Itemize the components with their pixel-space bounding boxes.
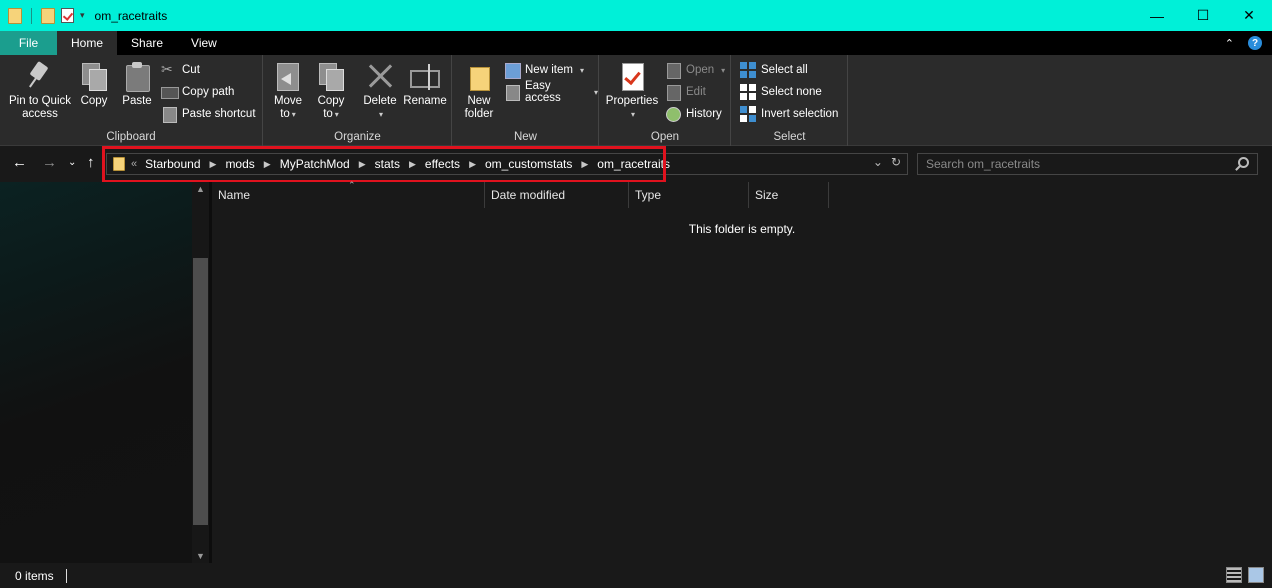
large-icons-view-icon[interactable] xyxy=(1248,567,1264,583)
organize-group-label: Organize xyxy=(334,131,381,143)
column-size[interactable]: Size xyxy=(749,182,829,208)
copy-path-button[interactable]: Copy path xyxy=(161,83,234,101)
delete-button[interactable]: Delete ▾ xyxy=(362,61,398,121)
new-folder-icon xyxy=(464,61,494,91)
copy-path-icon xyxy=(161,84,179,100)
navigation-pane-scrollbar[interactable]: ▲ ▼ xyxy=(192,182,209,563)
address-history-dropdown-icon[interactable]: ⌄ xyxy=(873,155,883,169)
column-type[interactable]: Type xyxy=(629,182,749,208)
tab-file[interactable]: File xyxy=(0,31,57,55)
refresh-icon[interactable]: ↻ xyxy=(891,155,901,169)
move-to-icon xyxy=(273,61,303,91)
copy-button[interactable]: Copy xyxy=(77,61,111,108)
title-bar: ▾ om_racetraits — ☐ ✕ xyxy=(0,0,1272,31)
properties-qat-icon[interactable] xyxy=(61,8,74,23)
empty-folder-message: This folder is empty. xyxy=(688,222,796,236)
easy-access-icon xyxy=(504,84,520,101)
new-group-label: New xyxy=(513,131,537,143)
invert-selection-icon xyxy=(740,106,756,122)
rename-icon xyxy=(410,61,440,91)
cut-button[interactable]: Cut xyxy=(161,61,200,79)
ribbon: Pin to Quick access Copy Paste Cut Copy … xyxy=(0,55,1272,146)
tab-share[interactable]: Share xyxy=(117,31,177,55)
clipboard-group: Pin to Quick access Copy Paste Cut Copy … xyxy=(0,55,263,146)
address-highlight-box xyxy=(102,146,666,183)
new-folder-button[interactable]: New folder xyxy=(461,61,497,121)
properties-button[interactable]: Properties ▾ xyxy=(604,61,660,121)
tab-home[interactable]: Home xyxy=(57,31,118,55)
select-group: Select all Select none Invert selection … xyxy=(732,55,848,146)
clipboard-group-label: Clipboard xyxy=(106,131,156,143)
item-count: 0 items xyxy=(15,568,54,583)
select-all-icon xyxy=(740,62,756,78)
back-button[interactable]: ← xyxy=(12,154,27,171)
navigation-pane[interactable] xyxy=(0,182,192,563)
invert-selection-button[interactable]: Invert selection xyxy=(740,105,838,123)
organize-group: Move to ▾ Copy to ▾ Delete ▾ Rename Organi… xyxy=(264,55,452,146)
new-item-button[interactable]: New item ▾ xyxy=(504,61,584,79)
status-divider xyxy=(65,568,67,583)
select-group-label: Select xyxy=(773,131,806,143)
copy-icon xyxy=(79,61,109,91)
select-all-button[interactable]: Select all xyxy=(740,61,808,79)
ribbon-tabs: File Home Share View ⌃ ? xyxy=(0,31,1272,55)
open-icon xyxy=(665,62,681,79)
file-list[interactable]: Name ⌃ Date modified Type Size This fold… xyxy=(212,180,1272,563)
qat-divider xyxy=(31,7,32,24)
quick-access-toolbar: ▾ xyxy=(8,7,85,24)
tab-view[interactable]: View xyxy=(177,31,231,55)
easy-access-button[interactable]: Easy access ▾ xyxy=(504,80,598,104)
search-placeholder: Search om_racetraits xyxy=(926,157,1041,171)
new-item-icon xyxy=(504,62,521,79)
help-icon[interactable]: ? xyxy=(1248,36,1262,50)
copy-to-button[interactable]: Copy to ▾ xyxy=(314,61,348,121)
paste-icon xyxy=(122,61,152,92)
select-none-button[interactable]: Select none xyxy=(740,83,822,101)
window-title: om_racetraits xyxy=(94,8,168,23)
up-button[interactable]: ↑ xyxy=(87,154,95,171)
scissors-icon xyxy=(161,61,177,78)
status-bar: 0 items xyxy=(0,563,1272,588)
paste-shortcut-button[interactable]: Paste shortcut xyxy=(161,105,256,123)
edit-icon xyxy=(665,84,681,101)
sort-ascending-icon: ⌃ xyxy=(348,180,356,190)
recent-locations-button[interactable]: ⌄ xyxy=(68,157,76,168)
column-date-modified[interactable]: Date modified xyxy=(485,182,629,208)
close-button[interactable]: ✕ xyxy=(1226,0,1272,31)
scroll-down-icon[interactable]: ▼ xyxy=(196,551,205,561)
search-box[interactable]: Search om_racetraits xyxy=(917,153,1258,175)
column-headers: Name ⌃ Date modified Type Size xyxy=(212,180,829,208)
ribbon-collapse-icon[interactable]: ⌃ xyxy=(1225,37,1234,50)
new-folder-qat-icon[interactable] xyxy=(41,7,55,24)
pin-to-quick-access-button[interactable]: Pin to Quick access xyxy=(6,61,74,121)
open-group-label: Open xyxy=(650,131,680,143)
open-button[interactable]: Open ▾ xyxy=(665,61,725,79)
scrollbar-thumb[interactable] xyxy=(193,258,208,525)
minimize-button[interactable]: — xyxy=(1134,0,1180,31)
history-button[interactable]: History xyxy=(665,105,722,123)
pin-icon xyxy=(25,61,55,91)
column-name[interactable]: Name ⌃ xyxy=(212,180,485,208)
open-group: Properties ▾ Open ▾ Edit History Open xyxy=(600,55,731,146)
edit-button[interactable]: Edit xyxy=(665,83,706,101)
select-none-icon xyxy=(740,84,756,100)
move-to-button[interactable]: Move to ▾ xyxy=(272,61,304,121)
rename-button[interactable]: Rename xyxy=(402,61,448,108)
new-group: New folder New item ▾ Easy access ▾ New xyxy=(453,55,599,146)
search-icon[interactable] xyxy=(1238,157,1249,168)
paste-shortcut-icon xyxy=(161,106,177,123)
copy-to-icon xyxy=(316,61,346,91)
folder-icon xyxy=(8,7,22,24)
details-view-icon[interactable] xyxy=(1226,567,1242,583)
history-icon xyxy=(665,106,681,122)
scroll-up-icon[interactable]: ▲ xyxy=(196,184,205,194)
maximize-button[interactable]: ☐ xyxy=(1180,0,1226,31)
paste-button[interactable]: Paste xyxy=(118,61,156,108)
qat-customize-icon[interactable]: ▾ xyxy=(80,10,85,21)
forward-button[interactable]: → xyxy=(42,154,57,171)
delete-icon xyxy=(365,61,395,91)
properties-icon xyxy=(617,61,647,91)
